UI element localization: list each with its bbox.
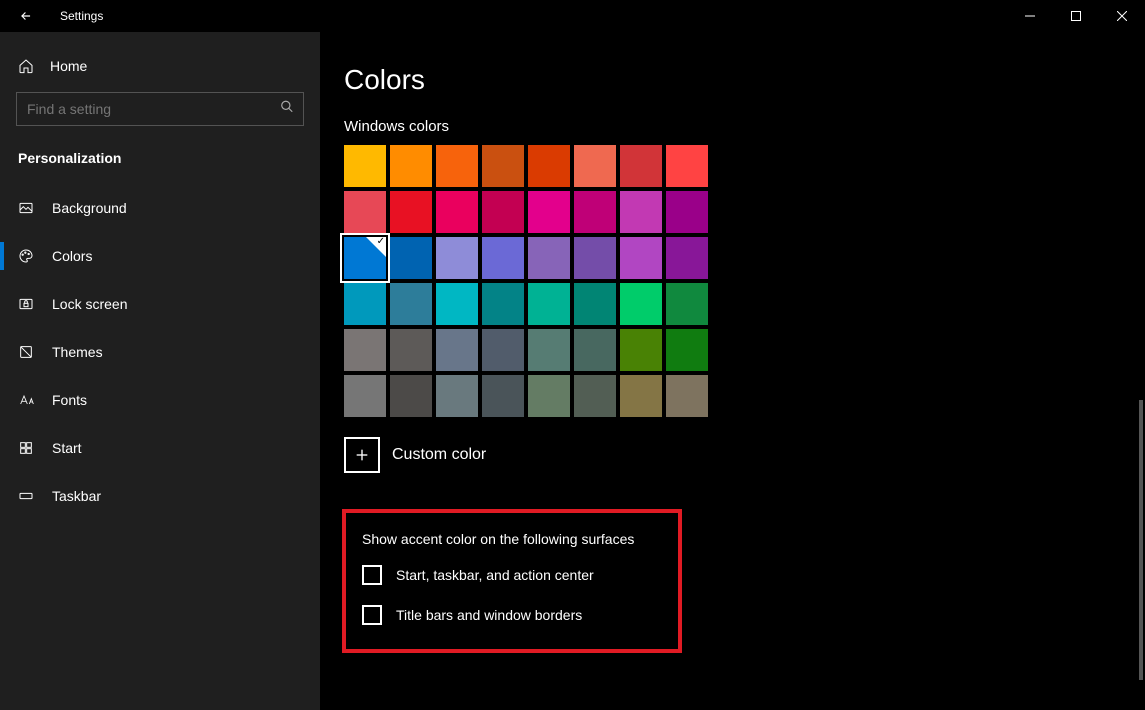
color-swatch[interactable] <box>620 283 662 325</box>
color-swatch[interactable] <box>482 375 524 417</box>
color-swatch[interactable] <box>390 237 432 279</box>
taskbar-icon <box>18 488 34 504</box>
checkbox-label: Start, taskbar, and action center <box>396 567 594 583</box>
color-swatch[interactable] <box>574 237 616 279</box>
windows-colors-label: Windows colors <box>344 118 1145 135</box>
color-swatch[interactable] <box>436 283 478 325</box>
color-swatch[interactable] <box>390 375 432 417</box>
color-swatch[interactable] <box>666 329 708 371</box>
home-label: Home <box>50 58 87 74</box>
sidebar-item-background[interactable]: Background <box>0 184 320 232</box>
color-swatch[interactable] <box>482 283 524 325</box>
color-swatch[interactable] <box>528 329 570 371</box>
color-swatch[interactable] <box>666 375 708 417</box>
close-button[interactable] <box>1099 0 1145 32</box>
sidebar-item-lockscreen[interactable]: Lock screen <box>0 280 320 328</box>
color-swatch[interactable] <box>666 145 708 187</box>
nav-label: Colors <box>52 248 92 264</box>
nav-label: Fonts <box>52 392 87 408</box>
color-grid: ✓ <box>344 145 1145 417</box>
color-swatch[interactable] <box>666 191 708 233</box>
search-icon <box>280 100 294 119</box>
color-swatch[interactable] <box>574 283 616 325</box>
color-swatch[interactable] <box>344 329 386 371</box>
color-swatch[interactable] <box>666 237 708 279</box>
sidebar-item-taskbar[interactable]: Taskbar <box>0 472 320 520</box>
lockscreen-icon <box>18 296 34 312</box>
nav-label: Start <box>52 440 82 456</box>
nav-label: Lock screen <box>52 296 127 312</box>
sidebar: Home Personalization Background Colors L… <box>0 32 320 710</box>
color-swatch[interactable] <box>344 283 386 325</box>
color-swatch[interactable] <box>436 329 478 371</box>
image-icon <box>18 200 34 216</box>
checkbox-title-bars[interactable]: Title bars and window borders <box>362 605 662 625</box>
color-swatch[interactable] <box>482 237 524 279</box>
color-swatch[interactable] <box>574 329 616 371</box>
color-swatch[interactable] <box>436 145 478 187</box>
start-icon <box>18 440 34 456</box>
sidebar-item-fonts[interactable]: Fonts <box>0 376 320 424</box>
color-swatch[interactable] <box>344 145 386 187</box>
color-swatch[interactable] <box>528 283 570 325</box>
color-swatch[interactable] <box>482 329 524 371</box>
color-swatch[interactable] <box>620 329 662 371</box>
checkbox-label: Title bars and window borders <box>396 607 582 623</box>
color-swatch[interactable] <box>574 191 616 233</box>
search-input[interactable] <box>16 92 304 126</box>
checkbox-icon <box>362 565 382 585</box>
home-button[interactable]: Home <box>0 48 320 84</box>
color-swatch[interactable] <box>482 145 524 187</box>
color-swatch[interactable] <box>620 375 662 417</box>
color-swatch[interactable] <box>390 283 432 325</box>
color-swatch[interactable] <box>390 191 432 233</box>
palette-icon <box>18 248 34 264</box>
plus-icon <box>354 447 370 463</box>
nav-label: Background <box>52 200 127 216</box>
color-swatch[interactable] <box>666 283 708 325</box>
color-swatch[interactable] <box>528 145 570 187</box>
sidebar-item-start[interactable]: Start <box>0 424 320 472</box>
color-swatch[interactable] <box>620 237 662 279</box>
color-swatch[interactable] <box>436 191 478 233</box>
color-swatch[interactable] <box>390 329 432 371</box>
color-swatch[interactable] <box>528 375 570 417</box>
section-title: Personalization <box>0 146 320 184</box>
color-swatch[interactable] <box>574 375 616 417</box>
page-title: Colors <box>344 64 1145 96</box>
color-swatch[interactable] <box>436 237 478 279</box>
color-swatch[interactable] <box>344 191 386 233</box>
back-button[interactable] <box>12 2 40 30</box>
color-swatch[interactable] <box>390 145 432 187</box>
sidebar-item-colors[interactable]: Colors <box>0 232 320 280</box>
color-swatch[interactable] <box>528 237 570 279</box>
custom-color-button[interactable] <box>344 437 380 473</box>
maximize-button[interactable] <box>1053 0 1099 32</box>
color-swatch[interactable] <box>528 191 570 233</box>
color-swatch[interactable] <box>574 145 616 187</box>
fonts-icon <box>18 392 34 408</box>
checkbox-icon <box>362 605 382 625</box>
nav-label: Themes <box>52 344 103 360</box>
scrollbar[interactable] <box>1139 400 1143 680</box>
highlight-annotation: Show accent color on the following surfa… <box>342 509 682 653</box>
color-swatch[interactable] <box>436 375 478 417</box>
themes-icon <box>18 344 34 360</box>
minimize-button[interactable] <box>1007 0 1053 32</box>
content-area: Colors Windows colors ✓ Custom color Sho… <box>320 32 1145 710</box>
custom-color-label: Custom color <box>392 446 486 464</box>
color-swatch[interactable] <box>620 191 662 233</box>
check-icon: ✓ <box>377 236 385 247</box>
checkbox-start-taskbar[interactable]: Start, taskbar, and action center <box>362 565 662 585</box>
color-swatch[interactable]: ✓ <box>344 237 386 279</box>
color-swatch[interactable] <box>620 145 662 187</box>
surfaces-title: Show accent color on the following surfa… <box>362 531 662 547</box>
nav-label: Taskbar <box>52 488 101 504</box>
sidebar-item-themes[interactable]: Themes <box>0 328 320 376</box>
app-title: Settings <box>60 9 103 23</box>
color-swatch[interactable] <box>344 375 386 417</box>
color-swatch[interactable] <box>482 191 524 233</box>
